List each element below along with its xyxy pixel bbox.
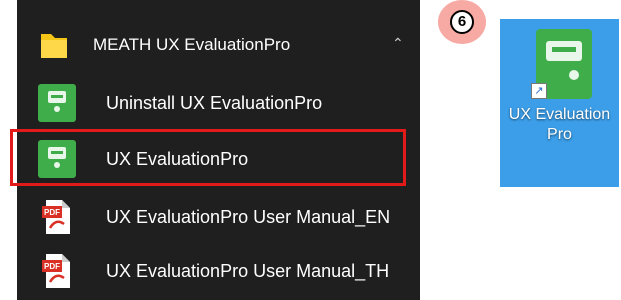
menu-item-manual-en[interactable]: PDF UX EvaluationPro User Manual_EN bbox=[17, 188, 420, 246]
pdf-icon: PDF bbox=[38, 252, 76, 290]
shortcut-arrow-icon: ↗ bbox=[531, 83, 547, 99]
app-tile-icon bbox=[38, 140, 76, 178]
menu-item-label: UX EvaluationPro User Manual_TH bbox=[106, 261, 390, 281]
pdf-icon: PDF bbox=[38, 198, 76, 236]
folder-meath-ux[interactable]: MEATH UX EvaluationPro ⌃ bbox=[17, 16, 420, 74]
app-tile-icon bbox=[38, 84, 76, 122]
svg-text:PDF: PDF bbox=[44, 208, 60, 217]
menu-item-ux-evaluationpro[interactable]: UX EvaluationPro bbox=[17, 130, 420, 188]
step-badge: 6 bbox=[438, 0, 486, 44]
desktop-shortcut[interactable]: ↗ UX EvaluationPro bbox=[500, 19, 619, 187]
folder-icon bbox=[35, 26, 73, 64]
svg-text:PDF: PDF bbox=[44, 262, 60, 271]
chevron-up-icon[interactable]: ⌃ bbox=[392, 36, 406, 50]
folder-label: MEATH UX EvaluationPro bbox=[93, 35, 291, 54]
menu-item-uninstall[interactable]: Uninstall UX EvaluationPro bbox=[17, 74, 420, 132]
menu-item-label: Uninstall UX EvaluationPro bbox=[106, 93, 323, 113]
menu-item-label: UX EvaluationPro User Manual_EN bbox=[106, 207, 391, 227]
step-number: 6 bbox=[450, 10, 474, 34]
start-menu: MEATH UX EvaluationPro ⌃ Uninstall UX Ev… bbox=[17, 0, 420, 300]
menu-item-label: UX EvaluationPro bbox=[106, 149, 249, 169]
shortcut-caption: UX EvaluationPro bbox=[508, 106, 611, 143]
menu-item-manual-th[interactable]: PDF UX EvaluationPro User Manual_TH bbox=[17, 242, 420, 300]
